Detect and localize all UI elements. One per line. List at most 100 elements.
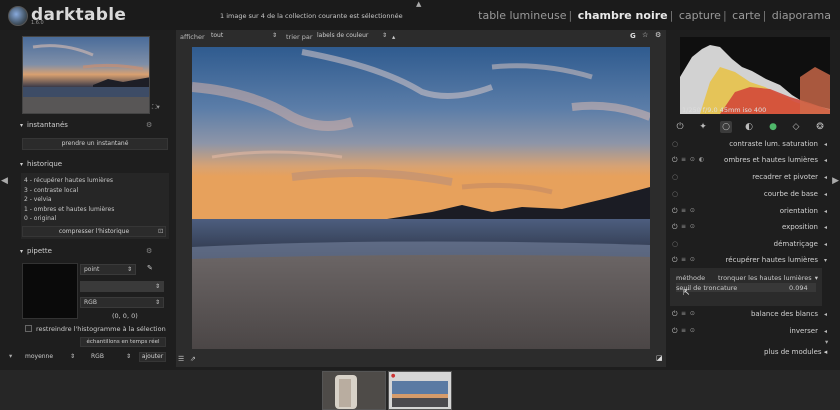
statistic-select[interactable]: moyenne ⇕ <box>22 352 78 363</box>
preferences-gear-icon[interactable]: ⚙ <box>655 31 661 39</box>
method-label: méthode <box>676 274 706 282</box>
histogram[interactable] <box>680 37 830 114</box>
exif-info: 1/250 f/9.0 45mm iso 400 <box>682 106 767 114</box>
module-power-icon[interactable]: ⏻ <box>672 256 678 265</box>
power-icon[interactable]: ⏻ <box>674 121 686 133</box>
module-power-icon[interactable]: ⏻ <box>672 207 678 216</box>
mouse-cursor-icon: ⇱ <box>683 288 690 297</box>
module-row-expanded[interactable]: ⏻ ≡ ⊙ récupérer hautes lumières ▾ <box>670 254 828 268</box>
restrict-histogram-label: restreindre l'histogramme à la sélection <box>36 325 166 333</box>
sort-direction-icon[interactable]: ▴ <box>392 33 395 41</box>
sort-select[interactable]: labels de couleur ⇕ <box>314 31 390 42</box>
snapshots-header[interactable]: ▾ instantanés <box>20 121 68 129</box>
module-row[interactable]: ○ dématriçage ◂ <box>670 238 828 252</box>
history-header[interactable]: ▾ historique <box>20 160 62 168</box>
filmstrip-thumbnail-selected[interactable] <box>388 371 452 410</box>
star-icon[interactable]: ☆ <box>642 31 648 39</box>
module-row[interactable]: ○ courbe de base ◂ <box>670 188 828 202</box>
navigation-thumbnail[interactable] <box>22 36 150 114</box>
filter-label: afficher <box>180 33 205 41</box>
module-actions-icons[interactable]: ≡ ⊙ <box>681 310 696 317</box>
filter-select[interactable]: tout ⇕ <box>208 31 280 42</box>
picked-color-value: (0, 0, 0) <box>112 312 138 320</box>
module-actions-icons[interactable]: ≡ ⊙ <box>681 207 696 214</box>
module-power-icon[interactable]: ○ <box>672 190 678 198</box>
app-version: 1.6.0 <box>31 20 44 26</box>
method-select[interactable]: tronquer les hautes lumières ▾ <box>718 274 818 282</box>
grouping-button[interactable]: G <box>630 32 636 40</box>
selection-status: 1 image sur 4 de la collection courante … <box>220 12 403 20</box>
history-item[interactable]: 2 - velvia <box>24 195 114 205</box>
module-row[interactable]: ⏻ ≡ ⊙ exposition ◂ <box>670 221 828 235</box>
module-row[interactable]: ○ recadrer et pivoter ◂ <box>670 171 828 185</box>
module-actions-icons[interactable]: ≡ ⊙ <box>681 327 696 334</box>
tone-group-icon[interactable]: ◐ <box>743 121 755 133</box>
module-power-icon[interactable]: ○ <box>672 173 678 181</box>
view-tethering[interactable]: capture <box>679 9 721 22</box>
module-power-icon[interactable]: ⏻ <box>672 310 678 319</box>
pipette-secondary-select[interactable]: ⇕ <box>80 281 164 292</box>
correct-group-icon[interactable]: ◇ <box>790 121 802 133</box>
history-item[interactable]: 1 - ombres et hautes lumières <box>24 205 114 215</box>
snapshots-presets-icon[interactable]: ⚙ <box>146 121 152 129</box>
compress-history-button[interactable]: compresser l'historique <box>22 226 166 237</box>
module-power-icon[interactable]: ⏻ <box>672 156 678 165</box>
module-actions-icons[interactable]: ≡ ⊙ <box>681 223 696 230</box>
history-list: 4 - récupérer hautes lumières 3 - contra… <box>24 176 114 224</box>
highlight-reconstruction-params: méthode tronquer les hautes lumières ▾ se… <box>670 268 822 306</box>
sort-label: trier par <box>286 33 313 41</box>
module-row[interactable]: ○ contraste lum. saturation ◂ <box>670 138 828 152</box>
view-switcher: table lumineuse | chambre noire | capture |… <box>478 9 831 22</box>
bottom-menu-icon[interactable]: ☰ <box>178 355 184 363</box>
sample-colorspace-select[interactable]: RGB ⇕ <box>88 352 134 363</box>
color-picker-icon[interactable]: ✎ <box>147 264 153 272</box>
module-row[interactable]: ⏻ ≡ ⊙ balance des blancs ◂ <box>670 308 828 322</box>
left-panel-toggle-icon[interactable]: ◀ <box>1 176 8 186</box>
module-row[interactable]: ⏻ ≡ ⊙ ◐ ombres et hautes lumières ◂ <box>670 154 828 168</box>
add-sample-button[interactable]: ajouter <box>139 352 166 362</box>
right-panel-toggle-icon[interactable]: ▶ <box>832 176 839 186</box>
history-item[interactable]: 0 - original <box>24 214 114 224</box>
darktable-logo-icon <box>8 6 28 26</box>
more-modules-button[interactable]: plus de modules ◂ <box>764 348 827 356</box>
pipette-colorspace-select[interactable]: RGB ⇕ <box>80 297 164 308</box>
threshold-value: 0.094 <box>789 284 808 292</box>
module-actions-icons[interactable]: ≡ ⊙ ◐ <box>681 156 705 163</box>
module-power-icon[interactable]: ⏻ <box>672 223 678 232</box>
take-snapshot-button[interactable]: prendre un instantané <box>22 138 168 150</box>
module-power-icon[interactable]: ⏻ <box>672 327 678 336</box>
zoom-icon[interactable]: ⛶▾ <box>152 103 160 112</box>
color-label-icon: ● <box>391 373 396 379</box>
color-assessment-icon[interactable]: ◪ <box>656 354 663 362</box>
module-row[interactable]: ⏻ ≡ ⊙ inverser ◂ <box>670 325 828 339</box>
filmstrip-thumbnail[interactable] <box>322 371 386 410</box>
history-lock-icon[interactable]: ⊡ <box>158 227 163 235</box>
history-item[interactable]: 4 - récupérer hautes lumières <box>24 176 114 186</box>
right-scroll-down-icon[interactable]: ▾ <box>825 338 828 346</box>
view-map[interactable]: carte <box>732 9 760 22</box>
main-photo[interactable] <box>192 47 650 349</box>
pipette-presets-icon[interactable]: ⚙ <box>146 247 152 255</box>
pipette-mode-select[interactable]: point ⇕ <box>80 264 136 275</box>
module-power-icon[interactable]: ○ <box>672 240 678 248</box>
view-darkroom[interactable]: chambre noire <box>578 9 668 22</box>
module-power-icon[interactable]: ○ <box>672 140 678 148</box>
effects-group-icon[interactable]: ❂ <box>814 121 826 133</box>
left-scroll-down-icon[interactable]: ▾ <box>9 352 12 360</box>
picked-color-swatch <box>22 263 78 319</box>
module-actions-icons[interactable]: ≡ ⊙ <box>681 256 696 263</box>
history-item[interactable]: 3 - contraste local <box>24 186 114 196</box>
darktable-window: darktable 1.6.0 1 image sur 4 de la coll… <box>0 0 840 410</box>
color-group-icon[interactable]: ● <box>767 121 779 133</box>
top-panel-toggle-icon[interactable]: ▲ <box>416 0 421 8</box>
favorites-icon[interactable]: ✦ <box>697 121 709 133</box>
basic-group-icon[interactable]: ○ <box>720 121 732 133</box>
view-lighttable[interactable]: table lumineuse <box>478 9 566 22</box>
pipette-header[interactable]: ▾ pipette <box>20 247 52 255</box>
view-slideshow[interactable]: diaporama <box>772 9 831 22</box>
module-group-bar: ⏻ ✦ ○ ◐ ● ◇ ❂ <box>670 121 830 135</box>
restrict-histogram-checkbox[interactable] <box>25 325 32 332</box>
style-edit-icon[interactable]: ⇗ <box>190 355 196 363</box>
live-samples-button[interactable]: échantillons en temps réel <box>80 337 166 347</box>
module-row[interactable]: ⏻ ≡ ⊙ orientation ◂ <box>670 205 828 219</box>
